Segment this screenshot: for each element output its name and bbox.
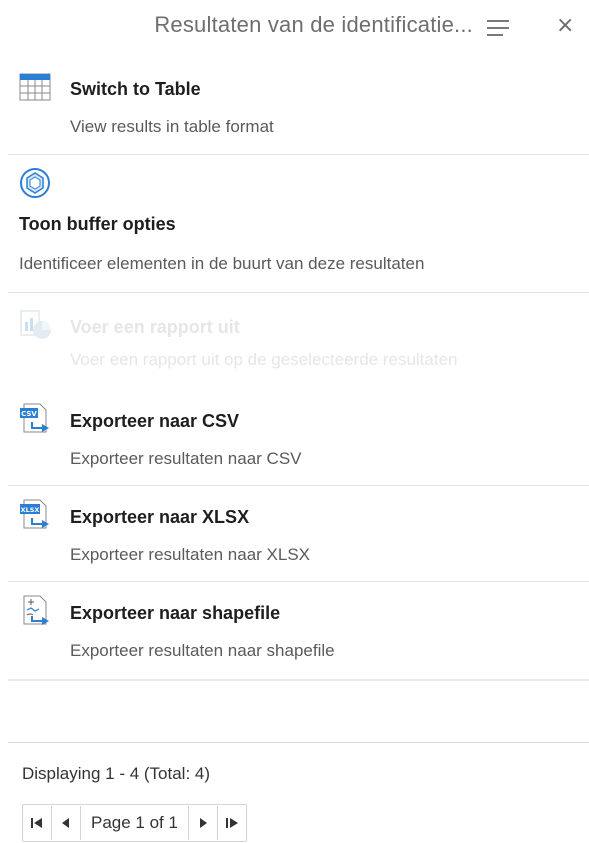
first-page-icon [31,818,42,828]
panel-title: Resultaten van de identificatie... [154,12,473,37]
divider [8,581,589,582]
divider [8,485,589,486]
close-button[interactable]: × [556,13,574,38]
results-panel: Resultaten van de identificatie... × Swi… [0,0,589,843]
buffer-options-description: Identificeer elementen in de buurt van d… [19,254,425,273]
last-page-icon [225,818,238,828]
panel-header: Resultaten van de identificatie... × [0,0,589,58]
svg-text:XLSX: XLSX [21,506,40,514]
buffer-options-label: Toon buffer opties [19,214,176,234]
first-page-button[interactable] [23,805,51,841]
switch-to-table-label: Switch to Table [70,79,201,99]
export-shapefile-label: Exporteer naar shapefile [70,603,281,623]
previous-page-icon [62,818,69,828]
divider [8,679,589,681]
switch-to-table-item[interactable]: Switch to Table View results in table fo… [8,68,589,148]
export-xlsx-label: Exporteer naar XLSX [70,507,250,527]
results-count: Displaying 1 - 4 (Total: 4) [22,764,211,783]
export-xlsx-description: Exporteer resultaten naar XLSX [70,545,311,564]
next-page-icon [199,818,207,828]
xlsx-export-icon: XLSX [18,498,52,532]
page-indicator: Page 1 of 1 [91,813,178,832]
report-icon [18,308,52,342]
table-icon [18,70,52,104]
export-xlsx-item[interactable]: XLSX Exporteer naar XLSX Exporteer resul… [8,496,589,576]
previous-page-button[interactable] [52,805,80,841]
export-csv-item[interactable]: CSV Exporteer naar CSV Exporteer resulta… [8,400,589,480]
export-shapefile-item[interactable]: Exporteer naar shapefile Exporteer resul… [8,592,589,672]
hamburger-menu-icon[interactable] [487,20,509,38]
export-csv-description: Exporteer resultaten naar CSV [70,449,302,468]
csv-export-icon: CSV [18,402,52,436]
divider [8,154,589,155]
run-report-label: Voer een rapport uit [70,317,240,337]
shapefile-export-icon [18,594,52,628]
next-page-button[interactable] [189,805,217,841]
svg-text:CSV: CSV [21,410,37,418]
buffer-options-item[interactable]: Toon buffer opties Identificeer elemente… [8,166,589,284]
run-report-description: Voer een rapport uit op de geselecteerde… [70,350,458,369]
export-shapefile-description: Exporteer resultaten naar shapefile [70,641,335,660]
switch-to-table-description: View results in table format [70,117,274,136]
last-page-button[interactable] [218,805,246,841]
run-report-item: Voer een rapport uit Voer een rapport ui… [8,306,589,386]
footer-divider [8,742,589,743]
divider [8,292,589,293]
export-csv-label: Exporteer naar CSV [70,411,240,431]
pagination-bar: Page 1 of 1 [22,804,247,842]
buffer-icon [18,166,52,200]
